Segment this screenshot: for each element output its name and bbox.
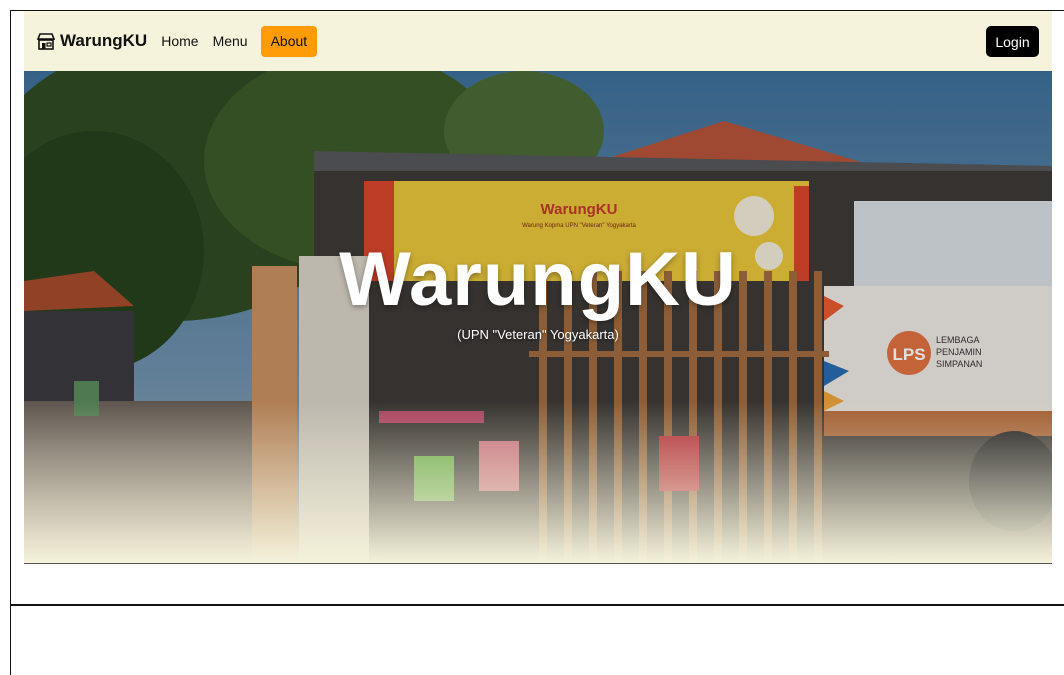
- nav-home-link[interactable]: Home: [161, 33, 198, 49]
- page: WarungKU Home Menu About Login WarungKU …: [24, 11, 1052, 564]
- nav-menu-link[interactable]: Menu: [213, 33, 248, 49]
- navbar: WarungKU Home Menu About Login: [24, 11, 1052, 71]
- login-button[interactable]: Login: [986, 26, 1039, 57]
- frame-divider: [10, 604, 1064, 606]
- hero-section: WarungKU Warung Kopma UPN "Veteran" Yogy…: [24, 71, 1052, 564]
- hero-title: WarungKU: [339, 237, 737, 322]
- brand-link[interactable]: WarungKU: [36, 31, 147, 51]
- page-bottom-border: [24, 563, 1052, 564]
- nav-about-link[interactable]: About: [260, 25, 318, 57]
- shop-icon: [36, 33, 56, 50]
- hero-subtitle: (UPN "Veteran" Yogyakarta): [457, 327, 619, 342]
- frame-left-border: [10, 10, 11, 675]
- brand-name: WarungKU: [60, 31, 148, 50]
